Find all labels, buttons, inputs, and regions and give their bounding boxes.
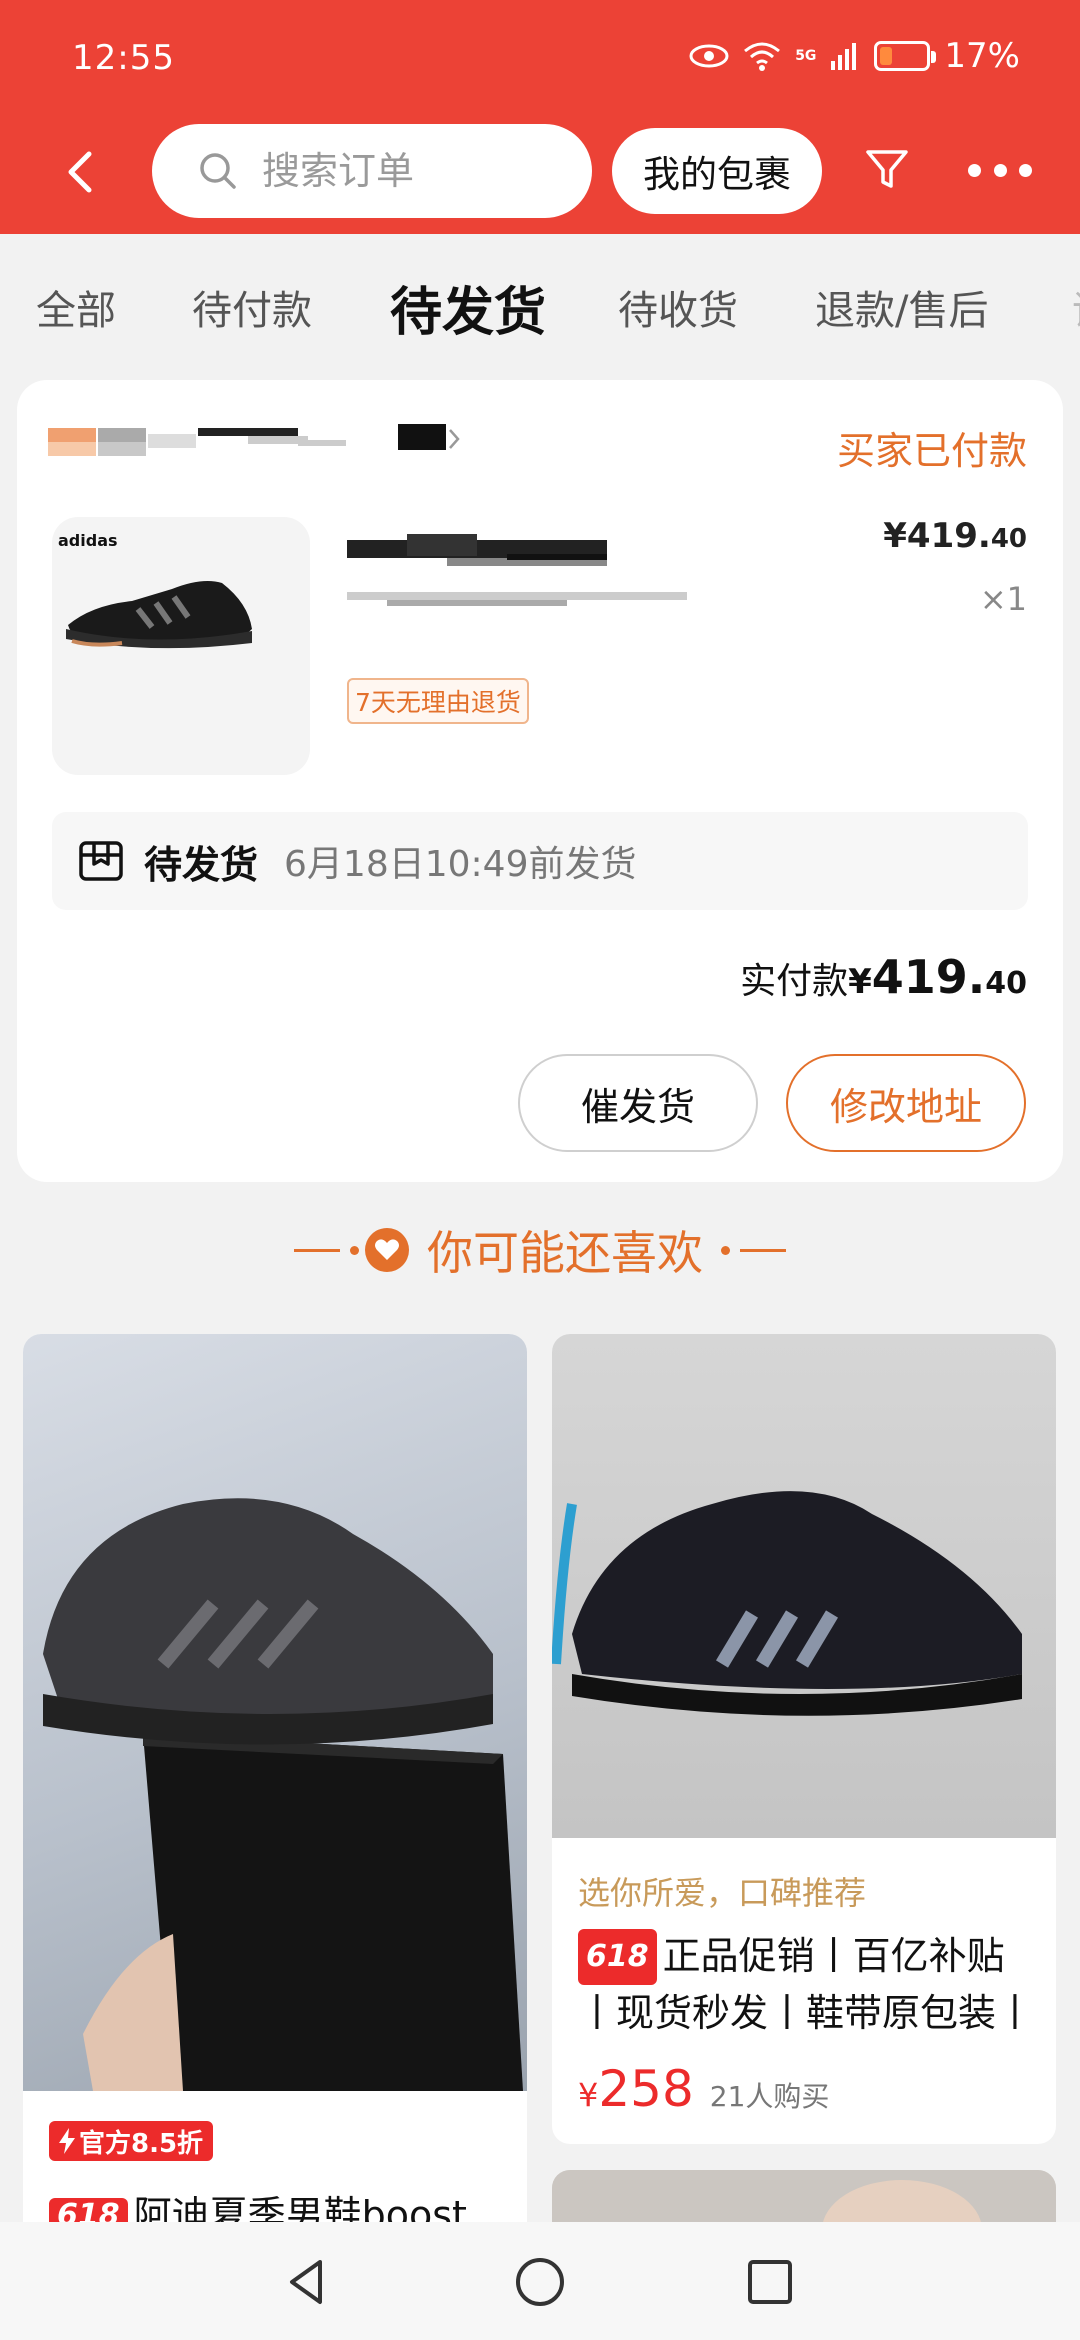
sneaker-image — [66, 581, 252, 649]
shop-name-redacted — [48, 424, 668, 456]
sold-count: 21人购买 — [709, 2080, 830, 2113]
product-title: 618 正品促销丨百亿补贴 丨现货秒发丨鞋带原包装丨 — [578, 1928, 1038, 2041]
tab-refund-aftersale[interactable]: 退款/售后 — [815, 278, 988, 336]
system-navigation-bar — [0, 2222, 1080, 2340]
heart-icon — [365, 1228, 409, 1272]
shipping-status-label: 待发货 — [144, 842, 259, 887]
divider-left — [294, 1248, 340, 1252]
lightning-icon — [59, 2128, 75, 2154]
recommend-heading: 你可能还喜欢 — [0, 1210, 1080, 1290]
shipping-deadline: 6月18日10:49前发货 — [284, 844, 637, 885]
modify-address-button[interactable]: 修改地址 — [786, 1054, 1026, 1152]
filter-icon — [866, 150, 908, 188]
tab-pending-payment[interactable]: 待付款 — [192, 278, 312, 336]
more-options-button[interactable] — [968, 160, 1032, 180]
nav-row: 我的包裹 — [0, 122, 1080, 222]
signal-icon — [831, 43, 857, 70]
nav-recents-icon[interactable] — [742, 2254, 798, 2310]
nav-back-icon[interactable] — [280, 2254, 336, 2310]
product-image — [23, 1334, 527, 2091]
paid-currency: ¥ — [848, 962, 872, 1002]
product-thumbnail[interactable]: adidas — [52, 517, 310, 775]
product-price: ¥ 258 21人购买 — [578, 2060, 830, 2118]
tab-pending-receipt[interactable]: 待收货 — [618, 278, 738, 336]
paid-amount-row: 实付款 ¥ 419.40 — [740, 950, 1027, 1004]
network-type: 5G — [795, 48, 817, 64]
status-time: 12:55 — [72, 38, 175, 78]
search-icon — [200, 153, 236, 189]
battery-percent: 17% — [944, 36, 1020, 76]
header-bar: 12:55 5G 17% 我的包裹 — [0, 0, 1080, 234]
sale-618-tag: 618 — [578, 1929, 657, 1985]
status-icons: 5G 17% — [689, 36, 1020, 76]
recommend-product-card[interactable]: 官方8.5折 618 阿迪夏季男鞋boost — [23, 1334, 527, 2334]
back-arrow-icon — [68, 151, 92, 193]
search-box[interactable] — [152, 124, 592, 218]
filter-button[interactable] — [862, 144, 912, 194]
paid-label: 实付款 — [740, 961, 849, 1002]
battery-icon — [874, 41, 937, 71]
item-price: ¥419.40 — [883, 516, 1027, 556]
my-parcels-button[interactable]: 我的包裹 — [612, 128, 822, 214]
urge-shipment-button[interactable]: 催发货 — [518, 1054, 758, 1152]
status-bar: 12:55 5G 17% — [0, 0, 1080, 120]
search-input[interactable] — [262, 149, 562, 193]
order-status: 买家已付款 — [836, 429, 1027, 473]
package-icon — [79, 841, 123, 881]
nav-home-icon[interactable] — [512, 2254, 568, 2310]
discount-tag: 官方8.5折 — [49, 2121, 214, 2161]
eye-icon — [689, 44, 729, 68]
divider-right — [740, 1248, 786, 1252]
tab-all[interactable]: 全部 — [36, 278, 116, 336]
product-title-redacted — [347, 530, 777, 630]
product-slogan: 选你所爱，口碑推荐 — [578, 1874, 867, 1912]
recommend-heading-text: 你可能还喜欢 — [427, 1226, 703, 1280]
paid-amount: 419.40 — [871, 950, 1027, 1004]
divider-dot — [350, 1245, 359, 1255]
divider-dot — [721, 1245, 730, 1255]
recommend-product-card[interactable]: 选你所爱，口碑推荐 618 正品促销丨百亿补贴 丨现货秒发丨鞋带原包装丨 ¥ 258… — [552, 1334, 1056, 2144]
return-policy-tag: 7天无理由退货 — [347, 678, 529, 724]
order-tabs: 全部 待付款 待发货 待收货 退款/售后 评 — [0, 234, 1080, 374]
tab-more[interactable]: 评 — [1072, 278, 1080, 336]
tab-pending-shipment[interactable]: 待发货 — [390, 270, 546, 345]
product-image — [552, 2170, 1056, 2280]
shipping-status-row[interactable]: 待发货 6月18日10:49前发货 — [52, 812, 1028, 910]
sneaker-on-box-image — [43, 1498, 523, 2091]
back-button[interactable] — [50, 142, 110, 202]
sneaker-image — [552, 1491, 1022, 1716]
item-quantity: ×1 — [979, 580, 1027, 618]
wifi-icon — [744, 42, 781, 71]
chevron-right-icon — [449, 429, 460, 449]
product-image — [552, 1334, 1056, 1838]
order-card[interactable]: 买家已付款 adidas ¥419.40 ×1 7天无理由退货 待发货 6月18… — [17, 380, 1063, 1182]
